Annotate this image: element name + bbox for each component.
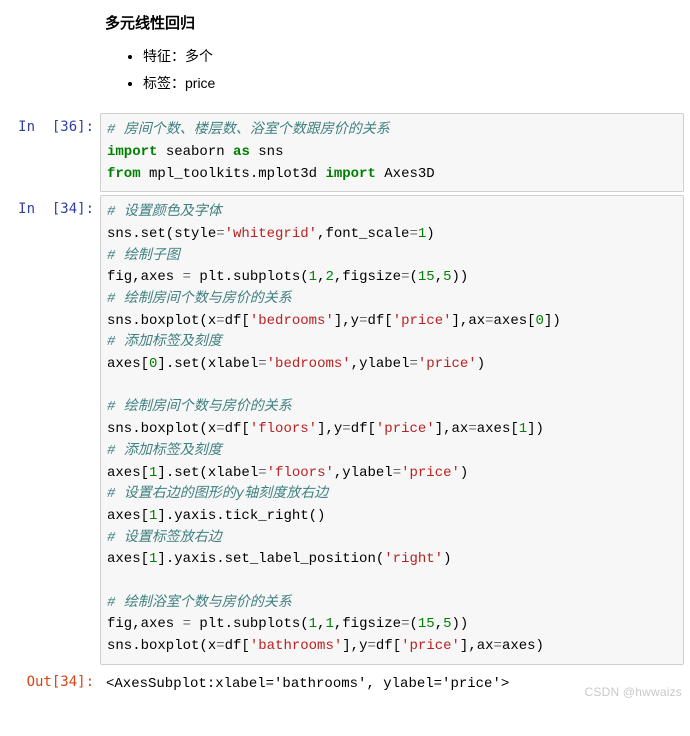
code-token: = bbox=[359, 313, 367, 329]
code-token: # 设置颜色及字体 bbox=[107, 204, 222, 220]
code-token: 'bedrooms' bbox=[267, 356, 351, 372]
code-token: = bbox=[393, 465, 401, 481]
code-token: 'floors' bbox=[250, 421, 317, 437]
code-token: 'price' bbox=[418, 356, 477, 372]
code-token: # 绘制房间个数与房价的关系 bbox=[107, 291, 292, 307]
code-area[interactable]: # 房间个数、楼层数、浴室个数跟房价的关系 import seaborn as … bbox=[100, 113, 684, 192]
code-token: 1 bbox=[149, 551, 157, 567]
code-token: 1 bbox=[309, 616, 317, 632]
code-token: = bbox=[183, 616, 191, 632]
code-token: 1 bbox=[149, 465, 157, 481]
code-token: # 设置右边的图形的y轴刻度放右边 bbox=[107, 486, 328, 502]
markdown-block: 多元线性回归 特征：多个 标签：price bbox=[105, 0, 690, 110]
code-token: = bbox=[216, 421, 224, 437]
code-token: 1 bbox=[325, 616, 333, 632]
code-token: import bbox=[107, 144, 157, 160]
code-token: 'right' bbox=[384, 551, 443, 567]
code-cell: In [34]:# 设置颜色及字体 sns.set(style='whitegr… bbox=[0, 195, 690, 664]
code-token: 'whitegrid' bbox=[225, 226, 317, 242]
code-token: import bbox=[325, 166, 375, 182]
code-token: = bbox=[468, 421, 476, 437]
code-token: 5 bbox=[443, 269, 451, 285]
code-token: # 房间个数、楼层数、浴室个数跟房价的关系 bbox=[107, 122, 390, 138]
output-prompt: Out[34]: bbox=[0, 668, 100, 690]
code-token: = bbox=[401, 269, 409, 285]
heading-title: 多元线性回归 bbox=[105, 12, 690, 33]
code-token: = bbox=[258, 465, 266, 481]
code-token: = bbox=[485, 313, 493, 329]
code-token: as bbox=[233, 144, 250, 160]
code-token: 'price' bbox=[376, 421, 435, 437]
code-token: = bbox=[216, 638, 224, 654]
list-item: 标签：price bbox=[143, 70, 690, 97]
watermark: CSDN @hwwaizs bbox=[585, 685, 682, 699]
code-token: 0 bbox=[536, 313, 544, 329]
code-token: # 绘制子图 bbox=[107, 248, 180, 264]
code-token: 1 bbox=[418, 226, 426, 242]
code-token: 'price' bbox=[401, 465, 460, 481]
code-token: = bbox=[216, 226, 224, 242]
code-token: = bbox=[258, 356, 266, 372]
code-token: 15 bbox=[418, 616, 435, 632]
code-token: 15 bbox=[418, 269, 435, 285]
code-token: from bbox=[107, 166, 141, 182]
code-token: 'floors' bbox=[267, 465, 334, 481]
code-token: # 添加标签及刻度 bbox=[107, 334, 222, 350]
code-token: 'price' bbox=[401, 638, 460, 654]
code-token: 1 bbox=[519, 421, 527, 437]
code-token: = bbox=[409, 226, 417, 242]
code-token: # 设置标签放右边 bbox=[107, 530, 222, 546]
code-token: # 绘制房间个数与房价的关系 bbox=[107, 399, 292, 415]
list-item: 特征：多个 bbox=[143, 43, 690, 70]
code-token: 5 bbox=[443, 616, 451, 632]
code-cell: In [36]:# 房间个数、楼层数、浴室个数跟房价的关系 import sea… bbox=[0, 113, 690, 192]
code-area[interactable]: # 设置颜色及字体 sns.set(style='whitegrid',font… bbox=[100, 195, 684, 664]
code-token: = bbox=[409, 356, 417, 372]
code-token: = bbox=[183, 269, 191, 285]
input-prompt: In [34]: bbox=[0, 195, 100, 217]
code-token: 'price' bbox=[393, 313, 452, 329]
code-token: 1 bbox=[309, 269, 317, 285]
bullet-list: 特征：多个 标签：price bbox=[105, 43, 690, 96]
code-token: 0 bbox=[149, 356, 157, 372]
code-token: # 添加标签及刻度 bbox=[107, 443, 222, 459]
code-token: = bbox=[216, 313, 224, 329]
code-token: 2 bbox=[325, 269, 333, 285]
code-token: = bbox=[367, 638, 375, 654]
code-token: = bbox=[494, 638, 502, 654]
code-token: 'bedrooms' bbox=[250, 313, 334, 329]
input-prompt: In [36]: bbox=[0, 113, 100, 135]
code-token: = bbox=[342, 421, 350, 437]
code-token: = bbox=[401, 616, 409, 632]
code-token: 1 bbox=[149, 508, 157, 524]
code-token: # 绘制浴室个数与房价的关系 bbox=[107, 595, 292, 611]
code-token: 'bathrooms' bbox=[250, 638, 342, 654]
